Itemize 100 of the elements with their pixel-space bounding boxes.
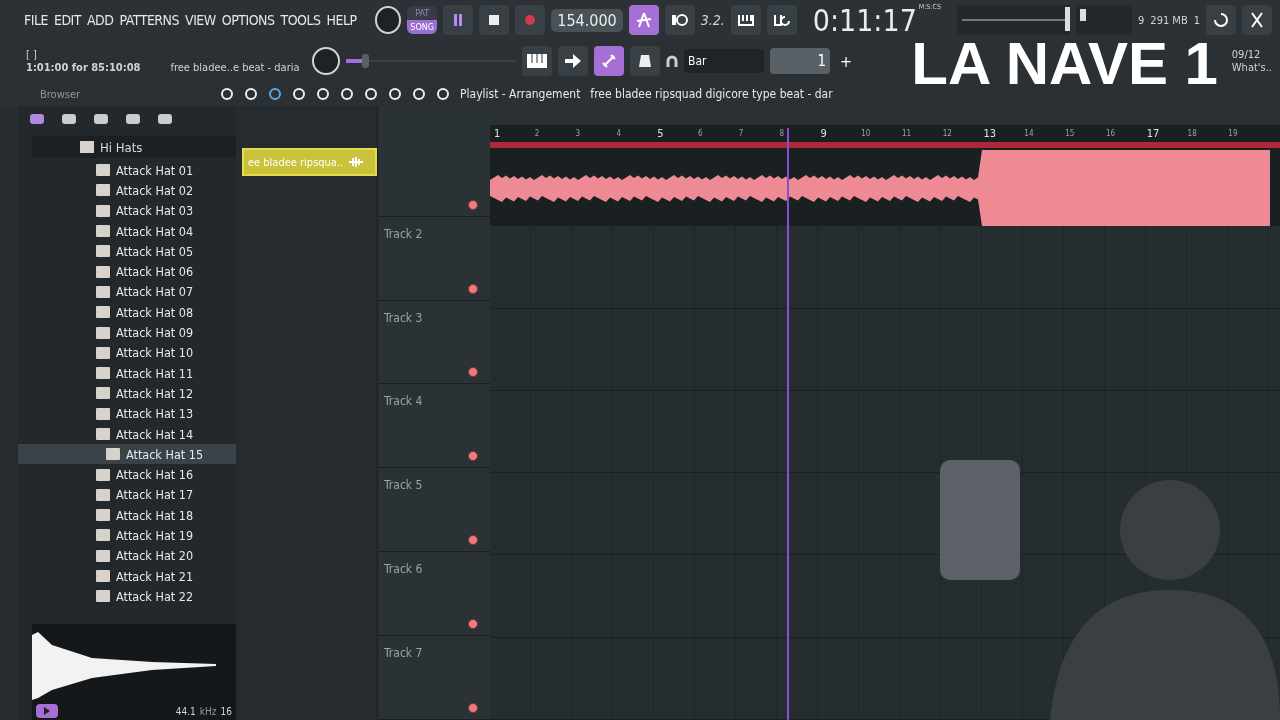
audio-file-icon (96, 285, 110, 298)
sample-item[interactable]: Attack Hat 21 (18, 565, 236, 587)
sample-item[interactable]: Attack Hat 12 (18, 383, 236, 404)
menu-item[interactable]: ADD (87, 12, 114, 28)
master-pitch-knob[interactable] (312, 47, 340, 75)
playlist-song: free bladee ripsquad digicore type beat - dar (590, 87, 833, 101)
undo-button[interactable] (1206, 5, 1236, 35)
loop-record-button[interactable] (766, 5, 797, 35)
piano-roll-button[interactable] (522, 46, 552, 76)
sample-item[interactable]: Attack Hat 22 (18, 586, 236, 607)
sample-item[interactable]: Attack Hat 01 (18, 160, 236, 181)
track-name: Track 5 (384, 478, 423, 493)
sample-item[interactable]: Attack Hat 05 (18, 241, 236, 262)
bar-number: 2 (534, 129, 541, 139)
tempo-display[interactable]: 154.000 (551, 8, 623, 32)
snap-dropdown[interactable]: Bar (684, 49, 764, 73)
audio-file-icon (96, 488, 110, 501)
pattern-selector[interactable]: 1 (770, 48, 830, 74)
bar-number: 7 (738, 129, 745, 139)
bar-number: 16 (1105, 129, 1117, 139)
bar-number: 8 (779, 129, 786, 139)
sample-item[interactable]: Attack Hat 09 (18, 322, 236, 343)
bar-number: 1 (494, 127, 502, 141)
bar-number: 17 (1146, 127, 1161, 141)
pattern-digits: 3.2. (700, 12, 725, 28)
folder-item[interactable]: Hi Hats (32, 136, 236, 158)
loop-icon (772, 13, 791, 27)
play-button[interactable] (36, 704, 58, 718)
audio-file-icon (96, 509, 110, 522)
sample-item[interactable]: Attack Hat 03 (18, 200, 236, 221)
wait-button[interactable] (664, 5, 695, 35)
typing-keyboard-button[interactable] (730, 5, 761, 35)
sample-item[interactable]: Attack Hat 20 (18, 545, 236, 566)
link-button[interactable] (594, 46, 624, 76)
bar-number: 5 (657, 127, 665, 141)
sample-item[interactable]: Attack Hat 18 (18, 505, 236, 526)
sample-item[interactable]: Attack Hat 06 (18, 261, 236, 282)
track-lane[interactable] (490, 390, 1280, 474)
master-volume-knob[interactable] (374, 6, 402, 34)
pause-icon (453, 14, 464, 26)
sample-item[interactable]: Attack Hat 07 (18, 281, 236, 303)
sample-item[interactable]: Attack Hat 19 (18, 525, 236, 546)
track-lane[interactable] (490, 226, 1280, 309)
track-dot[interactable] (468, 283, 478, 294)
menu-item[interactable]: HELP (326, 12, 357, 28)
track-name: Track 4 (384, 394, 423, 409)
audio-file-icon (106, 448, 120, 461)
menu-item[interactable]: FILE (24, 12, 48, 28)
track-dot[interactable] (468, 451, 478, 462)
clock-icon (670, 13, 689, 27)
song-name: free bladee..e beat - daria (170, 61, 300, 74)
bar-number: 11 (901, 129, 913, 139)
sample-item[interactable]: Attack Hat 13 (18, 403, 236, 424)
audio-file-icon (96, 245, 110, 258)
bar-number: 14 (1024, 129, 1035, 139)
menu-item[interactable]: PATTERNS (119, 12, 179, 28)
audio-file-icon (96, 204, 110, 217)
sample-item[interactable]: Attack Hat 11 (18, 362, 236, 384)
pitch-slider[interactable] (346, 53, 516, 69)
timeline-ruler[interactable]: 1 2 3 4 5 6 7 8 9 10 11 12 13 14 15 16 17 18 19 (490, 125, 1280, 143)
sample-item[interactable]: Attack Hat 16 (18, 464, 236, 485)
menu-item[interactable]: VIEW (185, 12, 216, 28)
keyboard-icon (527, 54, 547, 68)
add-pattern-button[interactable]: + (836, 46, 857, 76)
playhead[interactable] (786, 128, 789, 720)
menu-item[interactable]: OPTIONS (221, 12, 275, 28)
track-dot[interactable] (468, 535, 478, 546)
scissors-button[interactable] (1242, 5, 1272, 35)
bar-number: 9 (820, 127, 828, 141)
bar-number: 13 (983, 127, 998, 141)
track-dot[interactable] (468, 367, 478, 378)
stop-button[interactable] (479, 5, 510, 35)
bar-number: 12 (942, 129, 953, 139)
sample-item[interactable]: Attack Hat 15 (18, 444, 236, 465)
audio-file-icon (96, 164, 110, 177)
audio-file-icon (96, 570, 110, 583)
metronome-button[interactable] (628, 5, 659, 35)
pause-button[interactable] (443, 5, 474, 35)
knob-button[interactable] (630, 46, 660, 76)
sample-item[interactable]: Attack Hat 02 (18, 180, 236, 201)
sample-item[interactable]: Attack Hat 10 (18, 342, 236, 363)
menu-item[interactable]: TOOLS (280, 12, 321, 28)
sample-item[interactable]: Attack Hat 14 (18, 423, 236, 445)
track-dot[interactable] (468, 619, 478, 630)
track-lane[interactable] (490, 308, 1280, 391)
sample-item[interactable]: Attack Hat 17 (18, 484, 236, 506)
track-dot[interactable] (468, 703, 478, 714)
track-dot[interactable] (468, 199, 478, 210)
cpu-value: 1 (1193, 13, 1200, 27)
record-button[interactable] (515, 5, 546, 35)
menu-item[interactable]: EDIT (53, 12, 81, 28)
bar-number: 3 (575, 129, 582, 139)
track-name: Track 7 (384, 646, 423, 661)
arrow-button[interactable] (558, 46, 588, 76)
record-icon (524, 14, 537, 26)
track-name: Track 3 (384, 310, 423, 325)
undo-icon (1213, 12, 1229, 28)
sample-item[interactable]: Attack Hat 08 (18, 302, 236, 323)
play-icon (44, 707, 50, 715)
sample-item[interactable]: Attack Hat 04 (18, 220, 236, 242)
